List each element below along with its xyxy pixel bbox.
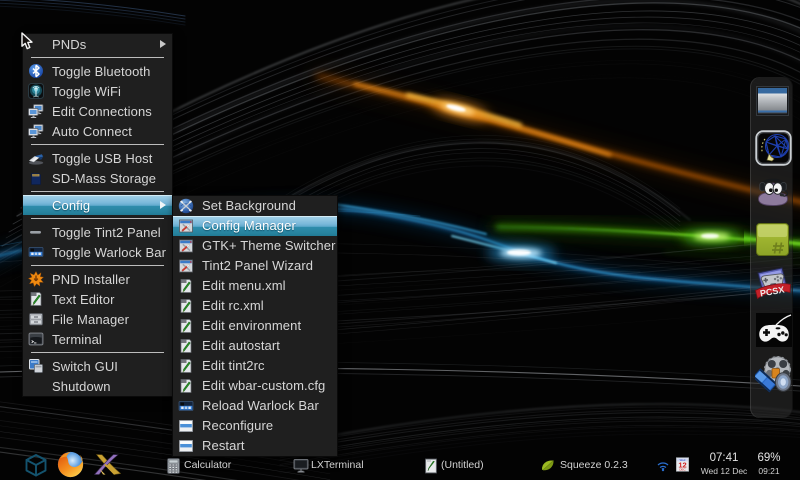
svg-text:DEC: DEC: [679, 468, 686, 472]
